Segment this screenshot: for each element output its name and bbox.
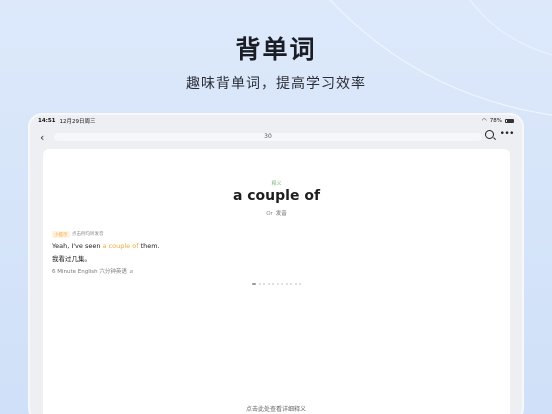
pagination-dot bbox=[299, 283, 301, 285]
pagination-dot bbox=[258, 283, 261, 285]
pronunciation-prefix: Or bbox=[266, 211, 273, 217]
link-icon: ⌀ bbox=[129, 269, 134, 275]
example-sentence[interactable]: Yeah, I've seen a couple of them. bbox=[52, 242, 160, 250]
status-date: 12月29日周三 bbox=[59, 119, 96, 125]
pagination-dots bbox=[43, 283, 510, 285]
chevron-left-icon[interactable]: ‹ bbox=[40, 131, 52, 144]
pagination-dot bbox=[285, 283, 288, 285]
pagination-dot bbox=[276, 283, 279, 285]
progress-bar: 30 bbox=[54, 133, 482, 141]
word-title: a couple of bbox=[232, 188, 321, 204]
pagination-dot bbox=[290, 283, 292, 285]
example-source[interactable]: 6 Minute English 六分钟英语 ⌀ bbox=[52, 267, 133, 275]
example-source-text: 6 Minute English 六分钟英语 bbox=[52, 269, 127, 275]
tablet-frame: 14:51 12月29日周三 ◠ 78% ‹ 30 ••• 释义 a coupl… bbox=[30, 115, 522, 414]
pagination-dot bbox=[252, 283, 256, 285]
pagination-dot bbox=[281, 283, 283, 285]
status-right: ◠ 78% bbox=[482, 118, 514, 124]
example-translation: 我看过几集。 bbox=[52, 255, 91, 263]
status-time: 14:51 bbox=[38, 118, 56, 124]
more-icon[interactable]: ••• bbox=[500, 130, 515, 139]
pagination-dot bbox=[272, 283, 274, 285]
pronunciation[interactable]: Or 发音 bbox=[43, 209, 510, 217]
detail-hint[interactable]: 点击此处查看详细释义 bbox=[0, 404, 552, 413]
pagination-dot bbox=[263, 283, 265, 285]
example-highlight: a couple of bbox=[102, 242, 139, 250]
example-hint: 点击例句听发音 bbox=[72, 232, 104, 237]
word-card: 释义 a couple of Or 发音 小提示 点击例句听发音 Yeah, I'… bbox=[43, 149, 510, 414]
hero-title: 背单词 bbox=[235, 35, 317, 64]
progress-count: 30 bbox=[264, 133, 272, 140]
battery-icon bbox=[505, 118, 514, 124]
battery-percent: 78% bbox=[489, 118, 502, 124]
example-text-after: them. bbox=[138, 242, 160, 250]
wifi-icon: ◠ bbox=[481, 118, 487, 124]
pronunciation-label: 发音 bbox=[275, 211, 287, 217]
example-text-before: Yeah, I've seen bbox=[52, 242, 103, 250]
pagination-dot bbox=[294, 283, 297, 285]
definition-tag: 释义 bbox=[271, 181, 282, 187]
hero-subtitle: 趣味背单词，提高学习效率 bbox=[186, 76, 366, 92]
example-tag: 小提示 bbox=[52, 231, 70, 238]
nav-bar: ‹ 30 ••• bbox=[30, 128, 522, 146]
pagination-dot bbox=[267, 283, 270, 285]
nav-actions: ••• bbox=[484, 130, 515, 139]
search-icon[interactable] bbox=[484, 130, 494, 139]
status-bar: 14:51 12月29日周三 ◠ 78% bbox=[30, 115, 522, 127]
